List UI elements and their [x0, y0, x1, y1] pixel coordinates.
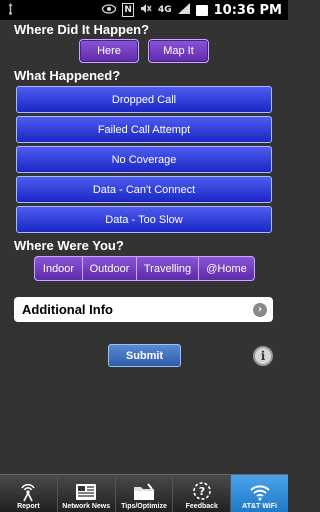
submit-button[interactable]: Submit [108, 344, 181, 367]
indoor-option[interactable]: Indoor [35, 257, 83, 280]
additional-info-label: Additional Info [22, 302, 113, 317]
chevron-right-icon: › [253, 302, 267, 317]
antenna-icon [18, 481, 38, 503]
status-left [6, 2, 15, 18]
data-cant-connect-button[interactable]: Data - Can't Connect [16, 176, 272, 203]
here-button[interactable]: Here [79, 39, 139, 63]
tab-tips-optimize[interactable]: Tips/Optimize [116, 475, 174, 512]
tab-label: Feedback [185, 503, 218, 510]
tab-label: Tips/Optimize [121, 503, 167, 510]
tab-label: AT&T WiFi [242, 503, 277, 510]
where-were-you-title: Where Were You? [14, 238, 124, 253]
map-it-button[interactable]: Map It [148, 39, 209, 63]
usb-icon [6, 2, 15, 18]
dropped-call-button[interactable]: Dropped Call [16, 86, 272, 113]
at-home-option[interactable]: @Home [199, 257, 254, 280]
network-type-icon: 4G [157, 5, 172, 15]
question-bubble-icon: ? [192, 481, 212, 503]
no-coverage-button[interactable]: No Coverage [16, 146, 272, 173]
tab-feedback[interactable]: ? Feedback [173, 475, 232, 512]
info-icon[interactable]: i [253, 346, 273, 366]
folder-icon [133, 481, 155, 503]
newspaper-icon [75, 481, 97, 503]
battery-icon [195, 4, 208, 16]
tab-label: Network News [62, 503, 111, 510]
eye-icon [102, 3, 117, 17]
clock: 10:36 PM [213, 2, 282, 18]
tab-report[interactable]: Report [0, 475, 58, 512]
data-too-slow-button[interactable]: Data - Too Slow [16, 206, 272, 233]
status-right: N 4G 10:36 PM [102, 3, 282, 18]
what-happened-title: What Happened? [14, 68, 121, 83]
svg-text:?: ? [199, 485, 205, 498]
outdoor-option[interactable]: Outdoor [83, 257, 137, 280]
tab-label: Report [17, 503, 40, 510]
tab-network-news[interactable]: Network News [58, 475, 116, 512]
tab-att-wifi[interactable]: AT&T WiFi [231, 475, 288, 512]
status-bar: N 4G 10:36 PM [0, 0, 288, 20]
mute-icon [140, 3, 152, 17]
location-segmented-control: Indoor Outdoor Travelling @Home [34, 256, 255, 281]
bottom-tab-bar: Report Network News Tips/Optimize ? Feed… [0, 474, 288, 512]
wifi-icon [249, 481, 271, 503]
additional-info-row[interactable]: Additional Info › [14, 297, 273, 322]
nfc-icon: N [122, 3, 134, 17]
failed-call-attempt-button[interactable]: Failed Call Attempt [16, 116, 272, 143]
where-happened-title: Where Did It Happen? [14, 22, 150, 37]
travelling-option[interactable]: Travelling [137, 257, 199, 280]
signal-icon [177, 3, 190, 17]
